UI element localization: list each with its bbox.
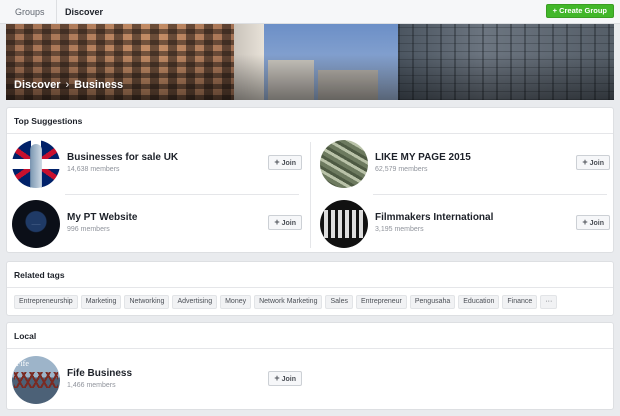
group-name[interactable]: LIKE MY PAGE 2015 <box>375 152 471 163</box>
group-members: 3,195 members <box>375 226 424 233</box>
breadcrumb-discover[interactable]: Discover <box>14 79 60 91</box>
join-button[interactable]: + Join <box>268 155 302 170</box>
local-card: Local Fife Fife Business 1,466 members +… <box>6 322 614 410</box>
join-button[interactable]: + Join <box>576 215 610 230</box>
group-item: Fife Fife Business 1,466 members + Join <box>12 356 302 406</box>
create-group-button[interactable]: + Create Group <box>545 4 614 18</box>
group-avatar[interactable] <box>12 140 60 188</box>
group-name[interactable]: Businesses for sale UK <box>67 152 178 163</box>
related-tags-title: Related tags <box>7 262 613 288</box>
group-item: Filmmakers International 3,195 members +… <box>320 200 610 250</box>
avatar-text-icon: Fife <box>16 359 29 368</box>
breadcrumb: Discover › Business <box>14 79 123 91</box>
join-button[interactable]: + Join <box>268 215 302 230</box>
group-item: ——— My PT Website 996 members + Join <box>12 200 302 250</box>
join-button[interactable]: + Join <box>576 155 610 170</box>
group-item: LIKE MY PAGE 2015 62,579 members + Join <box>320 140 610 190</box>
tag-pengusaha[interactable]: Pengusaha <box>409 295 456 309</box>
top-nav: Groups Discover + Create Group <box>0 0 620 24</box>
join-label: Join <box>281 220 296 227</box>
group-avatar[interactable] <box>320 200 368 248</box>
more-tags-button[interactable]: ··· <box>540 295 558 309</box>
column-divider <box>310 142 311 248</box>
group-members: 1,466 members <box>67 382 116 389</box>
group-avatar[interactable]: ——— <box>12 200 60 248</box>
tag-marketing[interactable]: Marketing <box>80 295 122 309</box>
plus-icon: + <box>274 157 280 167</box>
join-label: Join <box>281 160 296 167</box>
gherkin-tower-icon <box>30 144 42 188</box>
join-label: Join <box>589 160 604 167</box>
row-divider-right <box>373 194 607 195</box>
join-label: Join <box>589 220 604 227</box>
avatar-logo-text-icon: ——— <box>31 222 41 226</box>
create-group-label: Create Group <box>559 6 607 15</box>
join-button[interactable]: + Join <box>268 371 302 386</box>
group-members: 62,579 members <box>375 166 428 173</box>
tab-groups[interactable]: Groups <box>15 0 45 24</box>
group-avatar[interactable]: Fife <box>12 356 60 404</box>
top-suggestions-card: Top Suggestions Businesses for sale UK 1… <box>6 107 614 253</box>
plus-icon: + <box>274 373 280 383</box>
plus-icon: + <box>274 217 280 227</box>
tag-networking[interactable]: Networking <box>124 295 170 309</box>
join-label: Join <box>281 376 296 383</box>
tag-entrepreneurship[interactable]: Entrepreneurship <box>14 295 78 309</box>
group-name[interactable]: Fife Business <box>67 368 132 379</box>
tag-sales[interactable]: Sales <box>325 295 353 309</box>
forth-bridge-icon <box>14 372 58 388</box>
chevron-right-icon: › <box>65 79 70 91</box>
tag-advertising[interactable]: Advertising <box>172 295 218 309</box>
tag-education[interactable]: Education <box>458 295 500 309</box>
group-name[interactable]: My PT Website <box>67 212 137 223</box>
row-divider-left <box>65 194 299 195</box>
top-suggestions-title: Top Suggestions <box>7 108 613 134</box>
group-avatar[interactable] <box>320 140 368 188</box>
tag-network-marketing[interactable]: Network Marketing <box>254 295 323 309</box>
category-banner: Discover › Business <box>6 24 614 100</box>
tag-entrepreneur[interactable]: Entrepreneur <box>355 295 407 309</box>
tag-finance[interactable]: Finance <box>502 295 538 309</box>
related-tags-card: Related tags Entrepreneurship Marketing … <box>6 261 614 316</box>
film-logo-icon <box>324 210 364 238</box>
group-item: Businesses for sale UK 14,638 members + J… <box>12 140 302 190</box>
tag-money[interactable]: Money <box>220 295 252 309</box>
group-name[interactable]: Filmmakers International <box>375 212 493 223</box>
tab-discover[interactable]: Discover <box>56 0 103 24</box>
plus-icon: + <box>582 217 588 227</box>
group-members: 996 members <box>67 226 110 233</box>
local-title: Local <box>7 323 613 349</box>
breadcrumb-business: Business <box>74 79 124 91</box>
tag-list: Entrepreneurship Marketing Networking Ad… <box>14 295 558 309</box>
plus-icon: + <box>582 157 588 167</box>
group-members: 14,638 members <box>67 166 120 173</box>
